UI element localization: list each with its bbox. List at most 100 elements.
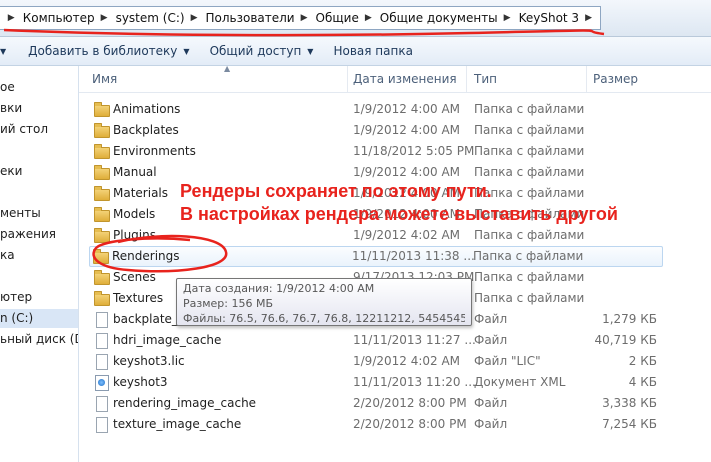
file-date: 2/20/2012 8:00 PM	[353, 417, 467, 431]
file-name: Backplates	[113, 123, 179, 137]
file-size: 2 КБ	[628, 354, 657, 368]
folder-info-tooltip: Дата создания: 1/9/2012 4:00 AM Размер: …	[176, 278, 472, 326]
file-type: Документ XML	[474, 375, 566, 389]
file-date: 11/11/2013 11:27 ...	[353, 333, 476, 347]
table-row[interactable]: Environments 11/18/2012 5:05 PM Папка с …	[91, 142, 661, 162]
nav-item-favorites[interactable]: ое	[0, 80, 15, 94]
table-row-hovered[interactable]: Renderings 11/11/2013 11:38 ... Папка с …	[89, 246, 663, 267]
chevron-down-icon: ▼	[0, 46, 7, 56]
file-name: Renderings	[112, 249, 180, 263]
file-name: Animations	[113, 102, 181, 116]
file-type: Файл	[474, 417, 508, 431]
file-date: 1/9/2012 4:00 AM	[353, 102, 461, 116]
table-row[interactable]: texture_image_cache 2/20/2012 8:00 PM Фа…	[91, 415, 661, 435]
table-row[interactable]: keyshot3.lic 1/9/2012 4:02 AM Файл "LIC"…	[91, 352, 661, 372]
file-name: Models	[113, 207, 156, 221]
file-type: Файл	[474, 333, 508, 347]
file-date: 2/20/2012 8:00 PM	[353, 396, 467, 410]
breadcrumb-public-documents[interactable]: Общие документы	[380, 11, 498, 25]
file-date: 11/11/2013 11:38 ...	[352, 249, 475, 263]
file-type: Файл	[474, 396, 508, 410]
table-row[interactable]: rendering_image_cache 2/20/2012 8:00 PM …	[91, 394, 661, 414]
chevron-right-icon[interactable]: ▶	[8, 13, 15, 23]
file-name: Textures	[113, 291, 164, 305]
sort-caret-icon: ▲	[224, 64, 231, 73]
column-name[interactable]: Имя	[92, 72, 117, 86]
breadcrumb-public[interactable]: Общие	[316, 11, 359, 25]
nav-item-documents[interactable]: менты	[0, 206, 41, 220]
chevron-right-icon[interactable]: ▶	[101, 13, 108, 23]
file-type: Папка с файлами	[473, 249, 584, 263]
table-row[interactable]: Animations 1/9/2012 4:00 AM Папка с файл…	[91, 100, 661, 120]
folder-icon	[94, 270, 110, 285]
chevron-right-icon[interactable]: ▶	[585, 13, 592, 23]
column-divider[interactable]	[586, 66, 587, 92]
tooltip-size: Размер: 156 МБ	[183, 297, 274, 310]
annotation-line-1: Рендеры сохраняет по этому пути.	[180, 181, 492, 201]
nav-item-libraries[interactable]: еки	[0, 164, 22, 178]
chevron-down-icon: ▼	[183, 46, 190, 56]
breadcrumb-computer[interactable]: Компьютер	[23, 11, 95, 25]
nav-item-label: n (C:)	[0, 311, 34, 325]
file-list: ▲ Имя Дата изменения Тип Размер Animatio…	[79, 64, 711, 462]
file-name: hdri_image_cache	[113, 333, 222, 347]
organize-dropdown[interactable]: ▼	[0, 47, 6, 56]
navigation-pane: ое вки ий стол еки менты ражения ка ютер…	[0, 66, 79, 462]
folder-icon	[94, 186, 110, 201]
nav-item-downloads[interactable]: вки	[0, 101, 22, 115]
file-type: Папка с файлами	[474, 291, 585, 305]
file-date: 1/9/2012 4:02 AM	[353, 354, 461, 368]
chevron-right-icon[interactable]: ▶	[191, 13, 198, 23]
nav-item-desktop[interactable]: ий стол	[0, 122, 48, 136]
toolbar: ▼ Добавить в библиотеку ▼ Общий доступ ▼…	[0, 37, 711, 66]
column-date[interactable]: Дата изменения	[353, 72, 457, 86]
chevron-right-icon[interactable]: ▶	[301, 13, 308, 23]
table-row[interactable]: Plugins 1/9/2012 4:02 AM Папка с файлами	[91, 226, 661, 246]
file-date: 1/9/2012 4:00 AM	[353, 123, 461, 137]
chevron-right-icon[interactable]: ▶	[504, 13, 511, 23]
file-name: texture_image_cache	[113, 417, 242, 431]
table-row[interactable]: Backplates 1/9/2012 4:00 AM Папка с файл…	[91, 121, 661, 141]
file-size: 4 КБ	[628, 375, 657, 389]
breadcrumb[interactable]: ▶ Компьютер ▶ system (C:) ▶ Пользователи…	[0, 6, 601, 30]
share-button[interactable]: Общий доступ ▼	[210, 44, 314, 58]
add-to-library-button[interactable]: Добавить в библиотеку ▼	[28, 44, 189, 58]
column-size[interactable]: Размер	[593, 72, 638, 86]
breadcrumb-keyshot3[interactable]: KeyShot 3	[519, 11, 579, 25]
nav-item-music[interactable]: ка	[0, 248, 15, 262]
add-to-library-label: Добавить в библиотеку	[28, 44, 178, 58]
file-icon	[96, 417, 108, 433]
nav-item-system-drive[interactable]: n (C:)	[0, 309, 78, 328]
folder-icon	[94, 291, 110, 306]
chevron-right-icon[interactable]: ▶	[365, 13, 372, 23]
file-type: Папка с файлами	[474, 102, 585, 116]
file-date: 11/11/2013 11:20 ...	[353, 375, 476, 389]
file-type: Папка с файлами	[474, 270, 585, 284]
breadcrumb-users[interactable]: Пользователи	[205, 11, 294, 25]
breadcrumb-system-drive[interactable]: system (C:)	[116, 11, 185, 25]
nav-item-pictures[interactable]: ражения	[0, 227, 56, 241]
table-row[interactable]: hdri_image_cache 11/11/2013 11:27 ... Фа…	[91, 331, 661, 351]
file-date: 11/18/2012 5:05 PM	[353, 144, 475, 158]
tooltip-created: Дата создания: 1/9/2012 4:00 AM	[183, 282, 375, 295]
file-size: 3,338 КБ	[602, 396, 657, 410]
file-date: 1/9/2012 4:00 AM	[353, 165, 461, 179]
folder-icon	[94, 207, 110, 222]
file-size: 40,719 КБ	[594, 333, 657, 347]
file-size: 1,279 КБ	[602, 312, 657, 326]
share-label: Общий доступ	[209, 44, 302, 58]
file-type: Папка с файлами	[474, 144, 585, 158]
nav-item-computer[interactable]: ютер	[0, 290, 32, 304]
column-type[interactable]: Тип	[474, 72, 497, 86]
column-divider[interactable]	[347, 66, 348, 92]
table-row[interactable]: keyshot3 11/11/2013 11:20 ... Документ X…	[91, 373, 661, 393]
new-folder-button[interactable]: Новая папка	[333, 44, 412, 58]
nav-item-local-disk-d[interactable]: ьный диск (D	[0, 332, 78, 346]
address-bar: ▶ Компьютер ▶ system (C:) ▶ Пользователи…	[0, 0, 711, 37]
file-date: 1/9/2012 4:02 AM	[353, 228, 461, 242]
column-header: ▲ Имя Дата изменения Тип Размер	[79, 64, 711, 93]
file-type: Файл "LIC"	[474, 354, 541, 368]
column-divider[interactable]	[466, 66, 467, 92]
xml-file-icon	[95, 375, 109, 391]
red-annotation-text: Рендеры сохраняет по этому пути. В настр…	[180, 180, 618, 226]
